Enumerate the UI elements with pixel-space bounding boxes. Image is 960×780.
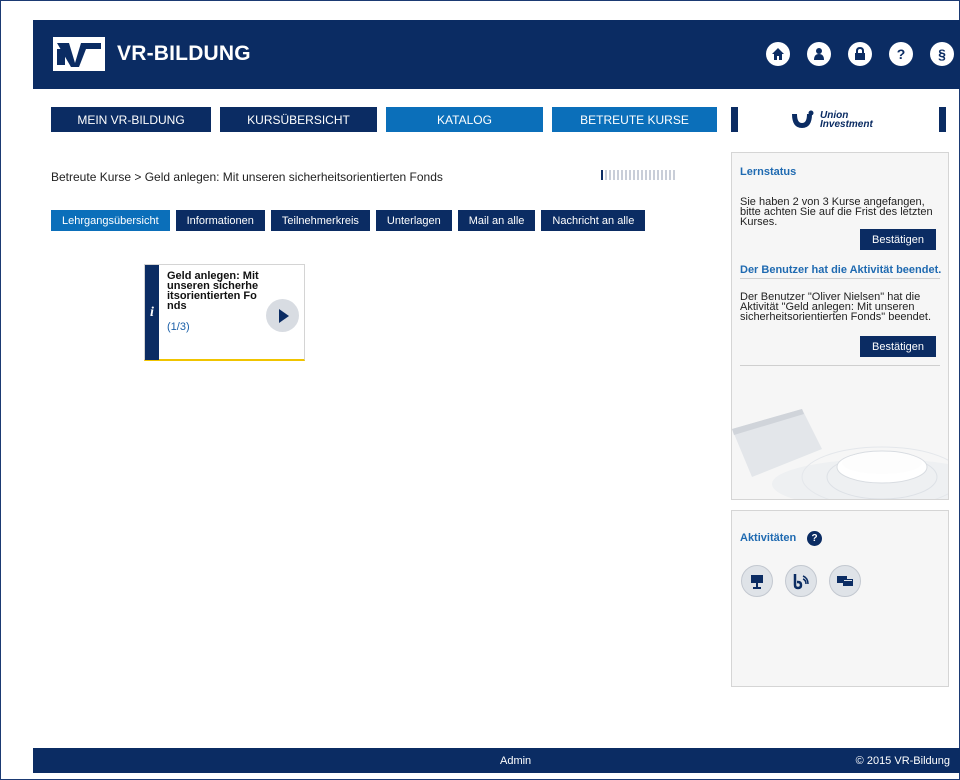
union-investment-logo[interactable]: Union Investment xyxy=(790,107,873,133)
course-subnav: Lehrgangsübersicht Informationen Teilneh… xyxy=(51,210,646,231)
progress-segment xyxy=(637,170,639,180)
union-logo-icon xyxy=(792,110,814,128)
progress-segment xyxy=(657,170,659,180)
progress-segment xyxy=(669,170,671,180)
divider xyxy=(740,278,940,279)
progress-segment xyxy=(649,170,651,180)
webinar-icon[interactable] xyxy=(741,565,773,597)
chat-icon[interactable] xyxy=(829,565,861,597)
help-icon[interactable]: ? xyxy=(889,42,913,66)
play-button[interactable] xyxy=(266,299,299,332)
notice-title: Der Benutzer hat die Aktivität beendet. xyxy=(740,264,942,276)
breadcrumb: Betreute Kurse > Geld anlegen: Mit unser… xyxy=(51,170,443,184)
nav-mein-vr-bildung[interactable]: MEIN VR-BILDUNG xyxy=(51,107,211,132)
course-tile[interactable]: i Geld anlegen: Mit unseren sicherheitso… xyxy=(144,264,305,361)
progress-indicator xyxy=(601,170,677,180)
tab-teilnehmerkreis[interactable]: Teilnehmerkreis xyxy=(270,210,370,231)
progress-segment xyxy=(629,170,631,180)
nav-betreute-kurse[interactable]: BETREUTE KURSE xyxy=(552,107,717,132)
divider xyxy=(740,365,940,366)
tab-informationen[interactable]: Informationen xyxy=(175,210,265,231)
help-glyph: ? xyxy=(896,46,906,62)
nav-divider xyxy=(939,107,946,132)
nav-kursuebersicht[interactable]: KURSÜBERSICHT xyxy=(220,107,377,132)
progress-segment xyxy=(661,170,663,180)
progress-segment xyxy=(641,170,643,180)
nav-divider xyxy=(731,107,738,132)
progress-segment xyxy=(665,170,667,180)
main-nav: MEIN VR-BILDUNG KURSÜBERSICHT KATALOG BE… xyxy=(51,107,717,132)
progress-segment xyxy=(621,170,623,180)
notice-confirm-button[interactable]: Bestätigen xyxy=(860,336,936,357)
progress-segment xyxy=(645,170,647,180)
paragraph-glyph: § xyxy=(938,46,946,62)
tab-lehrgangsuebersicht[interactable]: Lehrgangsübersicht xyxy=(51,210,170,231)
header-icon-bar: ? § xyxy=(766,42,954,66)
keyboard-mouse-image xyxy=(732,389,948,499)
aktivitaeten-panel: Aktivitäten ? xyxy=(731,510,949,687)
union-line-2: Investment xyxy=(820,119,873,130)
header: VR-BILDUNG ? § xyxy=(33,20,960,89)
progress-segment xyxy=(617,170,619,180)
lernstatus-title: Lernstatus xyxy=(740,166,797,178)
progress-segment xyxy=(601,170,603,180)
paragraph-icon[interactable]: § xyxy=(930,42,954,66)
course-title: Geld anlegen: Mit unseren sicherheitsori… xyxy=(167,271,259,311)
mail-an-alle-button[interactable]: Mail an alle xyxy=(457,210,536,231)
course-progress-count: (1/3) xyxy=(167,321,190,333)
help-icon[interactable]: ? xyxy=(807,531,822,546)
notice-text: Der Benutzer "Oliver Nielsen" hat die Ak… xyxy=(740,291,932,323)
user-icon[interactable] xyxy=(807,42,831,66)
lernstatus-panel: Lernstatus Sie haben 2 von 3 Kurse angef… xyxy=(731,152,949,500)
footer: Admin © 2015 VR-Bildung xyxy=(33,748,960,773)
nachricht-an-alle-button[interactable]: Nachricht an alle xyxy=(541,210,646,231)
lock-icon[interactable] xyxy=(848,42,872,66)
progress-segment xyxy=(625,170,627,180)
play-icon xyxy=(279,308,289,323)
tab-unterlagen[interactable]: Unterlagen xyxy=(375,210,452,231)
confirm-button[interactable]: Bestätigen xyxy=(860,229,936,250)
home-icon[interactable] xyxy=(766,42,790,66)
activity-icons xyxy=(741,565,861,597)
brand-name: VR-BILDUNG xyxy=(117,42,251,65)
nav-katalog[interactable]: KATALOG xyxy=(386,107,543,132)
progress-segment xyxy=(673,170,675,180)
footer-copyright: © 2015 VR-Bildung xyxy=(855,755,950,767)
union-wordmark: Union Investment xyxy=(820,111,873,130)
progress-segment xyxy=(633,170,635,180)
progress-segment xyxy=(609,170,611,180)
feed-icon[interactable] xyxy=(785,565,817,597)
footer-user: Admin xyxy=(500,755,532,767)
info-icon[interactable]: i xyxy=(145,265,159,360)
aktivitaeten-title: Aktivitäten xyxy=(740,532,797,544)
lernstatus-text: Sie haben 2 von 3 Kurse angefangen, bitt… xyxy=(740,196,933,228)
progress-segment xyxy=(653,170,655,180)
progress-segment xyxy=(613,170,615,180)
brand-logo[interactable]: VR-BILDUNG xyxy=(53,37,251,71)
progress-segment xyxy=(605,170,607,180)
vr-logo-icon xyxy=(53,37,105,71)
